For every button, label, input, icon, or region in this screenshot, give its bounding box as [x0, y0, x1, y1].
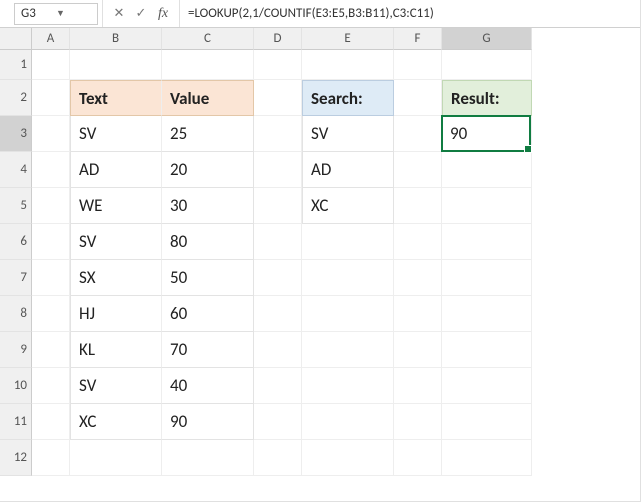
row-header-6[interactable]: 6 — [0, 224, 32, 260]
cell-B4[interactable]: AD — [70, 152, 162, 188]
row-header-12[interactable]: 12 — [0, 440, 32, 476]
cell-E3[interactable]: SV — [302, 116, 394, 152]
row-12 — [32, 440, 640, 476]
col-header-F[interactable]: F — [394, 28, 442, 50]
row-header-7[interactable]: 7 — [0, 260, 32, 296]
cell-G3[interactable]: 90 — [442, 116, 532, 152]
formula-bar: G3 ▼ ✕ ✓ fx =LOOKUP(2,1/COUNTIF(E3:E5,B3… — [0, 0, 640, 28]
header-value[interactable]: Value — [162, 80, 254, 116]
cell-B8[interactable]: HJ — [70, 296, 162, 332]
row-6: SV 80 — [32, 224, 640, 260]
row-8: HJ 60 — [32, 296, 640, 332]
cell-E4[interactable]: AD — [302, 152, 394, 188]
cell-D2[interactable] — [254, 80, 302, 116]
row-header-4[interactable]: 4 — [0, 152, 32, 188]
cell-B5[interactable]: WE — [70, 188, 162, 224]
formula-input[interactable]: =LOOKUP(2,1/COUNTIF(E3:E5,B3:B11),C3:C11… — [179, 0, 640, 27]
formula-text: =LOOKUP(2,1/COUNTIF(E3:E5,B3:B11),C3:C11… — [188, 6, 434, 21]
row-2: Text Value Search: Result: — [32, 80, 640, 116]
col-header-E[interactable]: E — [302, 28, 394, 50]
row-header-1[interactable]: 1 — [0, 50, 32, 80]
cell-B7[interactable]: SX — [70, 260, 162, 296]
cell-B6[interactable]: SV — [70, 224, 162, 260]
row-5: WE 30 XC — [32, 188, 640, 224]
cell-C11[interactable]: 90 — [162, 404, 254, 440]
cell-A2[interactable] — [32, 80, 70, 116]
cell-B3[interactable]: SV — [70, 116, 162, 152]
cell-C4[interactable]: 20 — [162, 152, 254, 188]
row-header-10[interactable]: 10 — [0, 368, 32, 404]
header-search[interactable]: Search: — [302, 80, 394, 116]
row-header-5[interactable]: 5 — [0, 188, 32, 224]
row-header-3[interactable]: 3 — [0, 116, 32, 152]
row-header-11[interactable]: 11 — [0, 404, 32, 440]
cell-B11[interactable]: XC — [70, 404, 162, 440]
row-header-8[interactable]: 8 — [0, 296, 32, 332]
col-header-G[interactable]: G — [442, 28, 532, 50]
cell-F2[interactable] — [394, 80, 442, 116]
chevron-down-icon[interactable]: ▼ — [56, 8, 91, 19]
spreadsheet-app: G3 ▼ ✕ ✓ fx =LOOKUP(2,1/COUNTIF(E3:E5,B3… — [0, 0, 641, 502]
cell-C5[interactable]: 30 — [162, 188, 254, 224]
row-header-9[interactable]: 9 — [0, 332, 32, 368]
row-header-2[interactable]: 2 — [0, 80, 32, 116]
column-headers-row: A B C D E F G — [0, 28, 640, 50]
col-header-D[interactable]: D — [254, 28, 302, 50]
cancel-icon[interactable]: ✕ — [109, 4, 129, 24]
cell-C7[interactable]: 50 — [162, 260, 254, 296]
row-1 — [32, 50, 640, 80]
name-box[interactable]: G3 ▼ — [14, 3, 98, 25]
col-header-C[interactable]: C — [162, 28, 254, 50]
cell-C6[interactable]: 80 — [162, 224, 254, 260]
cells-area[interactable]: Text Value Search: Result: SV 25 SV 90 — [32, 50, 640, 501]
row-11: XC 90 — [32, 404, 640, 440]
row-9: KL 70 — [32, 332, 640, 368]
fx-icon[interactable]: fx — [153, 4, 173, 24]
row-4: AD 20 AD — [32, 152, 640, 188]
cell-C10[interactable]: 40 — [162, 368, 254, 404]
cell-E5[interactable]: XC — [302, 188, 394, 224]
row-7: SX 50 — [32, 260, 640, 296]
cell-B9[interactable]: KL — [70, 332, 162, 368]
header-text[interactable]: Text — [70, 80, 162, 116]
row-3: SV 25 SV 90 — [32, 116, 640, 152]
confirm-icon[interactable]: ✓ — [131, 4, 151, 24]
cell-C8[interactable]: 60 — [162, 296, 254, 332]
cell-C9[interactable]: 70 — [162, 332, 254, 368]
name-box-value: G3 — [21, 6, 56, 21]
row-10: SV 40 — [32, 368, 640, 404]
col-header-A[interactable]: A — [32, 28, 70, 50]
grid: A B C D E F G 1 2 3 4 5 6 7 8 9 10 11 12 — [0, 28, 640, 501]
select-all-corner[interactable] — [0, 28, 32, 50]
row-headers: 1 2 3 4 5 6 7 8 9 10 11 12 — [0, 50, 32, 501]
cell-C3[interactable]: 25 — [162, 116, 254, 152]
cell-B10[interactable]: SV — [70, 368, 162, 404]
formula-bar-buttons: ✕ ✓ fx — [102, 0, 179, 27]
col-header-B[interactable]: B — [70, 28, 162, 50]
header-result[interactable]: Result: — [442, 80, 532, 116]
